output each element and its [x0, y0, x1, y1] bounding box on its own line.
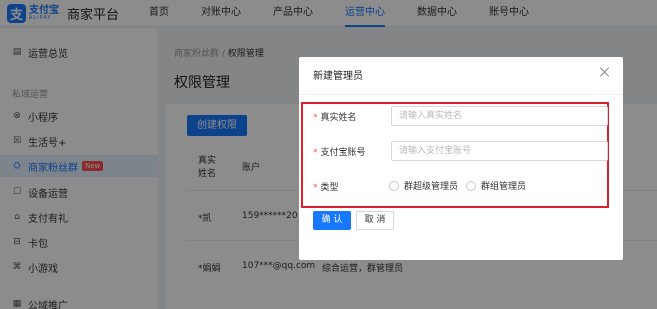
- real-name-input[interactable]: 请输入真实姓名: [391, 106, 608, 126]
- confirm-button[interactable]: 确 认: [313, 211, 351, 230]
- required-mark: *: [313, 113, 318, 123]
- real-name-label: * 真实姓名: [313, 113, 357, 123]
- radio-label: 群组管理员: [481, 182, 527, 192]
- radio-circle-icon: [466, 180, 476, 191]
- new-admin-modal: 新建管理员 * 真实姓名 请输入真实姓名 * 支付宝账号 请输入支付宝账号 * 类型 …: [299, 57, 623, 260]
- modal-divider: [299, 94, 623, 95]
- required-mark: *: [313, 183, 318, 193]
- modal-title: 新建管理员: [313, 71, 363, 82]
- radio-super-admin[interactable]: 群超级管理员: [389, 179, 458, 192]
- type-label: * 类型: [313, 183, 339, 193]
- required-mark: *: [313, 148, 318, 158]
- radio-label: 群超级管理员: [404, 182, 459, 192]
- radio-group-admin[interactable]: 群组管理员: [466, 179, 526, 192]
- alipay-account-label: * 支付宝账号: [313, 148, 366, 158]
- close-icon[interactable]: [599, 66, 611, 78]
- alipay-account-input[interactable]: 请输入支付宝账号: [391, 141, 608, 161]
- radio-circle-icon: [389, 180, 399, 191]
- cancel-button[interactable]: 取 消: [356, 211, 394, 230]
